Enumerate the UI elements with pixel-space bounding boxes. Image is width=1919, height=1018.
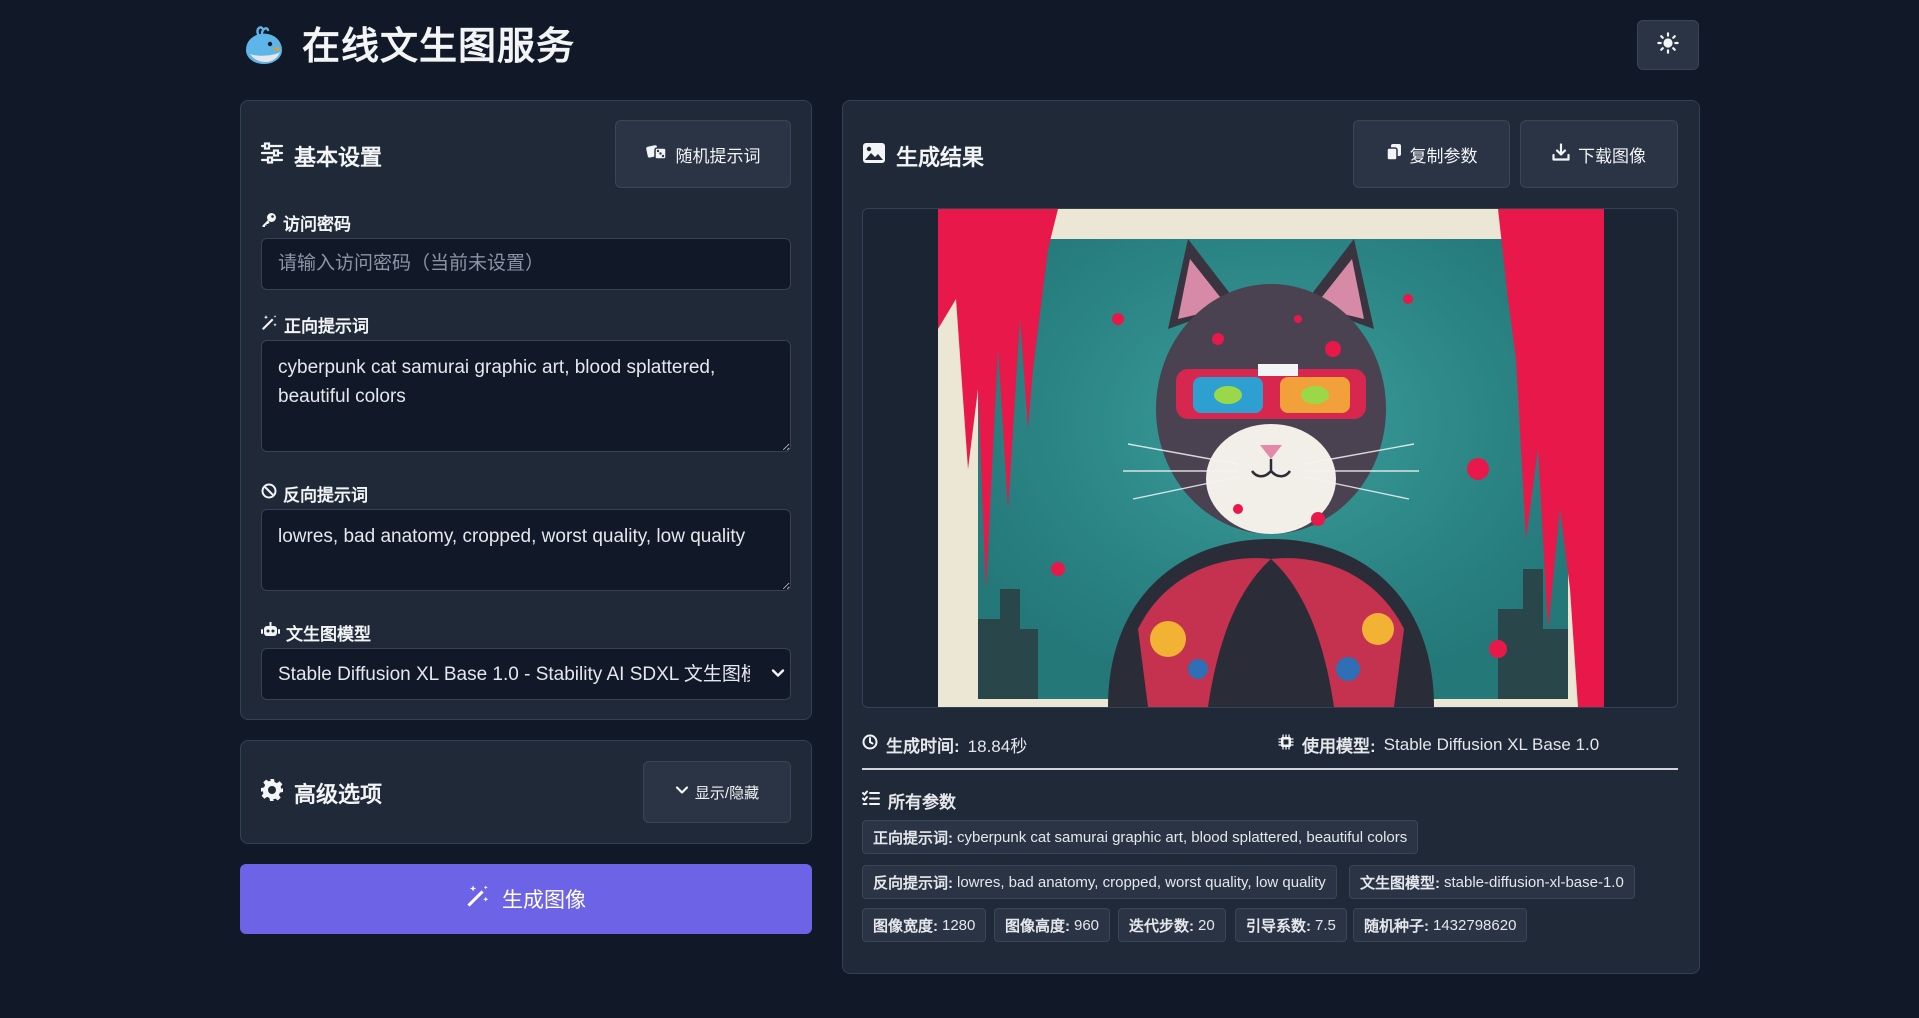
basic-settings-title-text: 基本设置 — [294, 145, 383, 170]
model-label: 文生图模型 — [261, 620, 371, 645]
param-badge: 图像高度: 960 — [994, 908, 1111, 942]
copy-params-label: 复制参数 — [1409, 146, 1478, 166]
app-title: 在线文生图服务 — [302, 26, 576, 68]
negative-prompt-label: 反向提示词 — [261, 481, 368, 506]
random-prompt-label: 随机提示词 — [675, 146, 761, 166]
param-key: 图像高度: — [1005, 917, 1070, 935]
advanced-toggle-button[interactable]: 显示/隐藏 — [643, 761, 791, 823]
param-badge: 随机种子: 1432798620 — [1353, 908, 1528, 942]
advanced-options-title-text: 高级选项 — [294, 782, 383, 807]
clock-icon — [862, 734, 878, 755]
advanced-options-title: 高级选项 — [260, 777, 382, 809]
gear-icon — [260, 778, 284, 808]
param-badge: 迭代步数: 20 — [1118, 908, 1226, 942]
generate-image-button[interactable]: 生成图像 — [240, 864, 812, 934]
all-params-title-text: 所有参数 — [888, 793, 956, 812]
param-key: 随机种子: — [1364, 917, 1429, 935]
param-key: 文生图模型: — [1360, 874, 1440, 892]
advanced-toggle-label: 显示/隐藏 — [694, 784, 760, 802]
generate-image-label: 生成图像 — [502, 889, 586, 912]
param-key: 反向提示词: — [873, 874, 953, 892]
param-key: 迭代步数: — [1129, 917, 1194, 935]
random-prompt-button[interactable]: 随机提示词 — [615, 120, 791, 188]
sun-icon — [1657, 31, 1679, 59]
positive-prompt-textarea[interactable]: cyberpunk cat samurai graphic art, blood… — [261, 340, 791, 452]
param-value: 1432798620 — [1433, 916, 1517, 934]
param-key: 引导系数: — [1246, 917, 1311, 935]
magic-wand-icon — [466, 884, 490, 914]
list-check-icon — [862, 790, 880, 811]
param-value: lowres, bad anatomy, cropped, worst qual… — [957, 873, 1326, 891]
model-select[interactable]: Stable Diffusion XL Base 1.0 - Stability… — [261, 648, 791, 700]
generation-time: 生成时间: 18.84秒 — [862, 732, 1027, 757]
magic-wand-icon — [261, 314, 278, 336]
result-title-text: 生成结果 — [896, 145, 985, 170]
copy-icon — [1385, 143, 1402, 166]
image-icon — [862, 142, 886, 170]
param-badge: 引导系数: 7.5 — [1235, 908, 1347, 942]
used-model-label: 使用模型: — [1302, 737, 1376, 756]
dice-icon — [645, 142, 668, 167]
param-badge: 反向提示词: lowres, bad anatomy, cropped, wor… — [862, 865, 1337, 899]
param-value: 1280 — [942, 916, 976, 934]
password-label: 访问密码 — [261, 210, 351, 235]
positive-prompt-label: 正向提示词 — [261, 312, 369, 337]
param-badge: 正向提示词: cyberpunk cat samurai graphic art… — [862, 820, 1419, 854]
param-value: cyberpunk cat samurai graphic art, blood… — [957, 828, 1408, 846]
param-value: 20 — [1198, 916, 1215, 934]
copy-params-button[interactable]: 复制参数 — [1353, 120, 1510, 188]
password-input[interactable] — [261, 238, 791, 290]
ban-icon — [261, 483, 277, 504]
negative-prompt-label-text: 反向提示词 — [283, 486, 368, 505]
download-image-button[interactable]: 下载图像 — [1520, 120, 1678, 188]
key-icon — [261, 212, 277, 233]
param-badge: 文生图模型: stable-diffusion-xl-base-1.0 — [1349, 865, 1635, 899]
model-label-text: 文生图模型 — [286, 625, 371, 644]
result-title: 生成结果 — [862, 140, 984, 172]
used-model: 使用模型: Stable Diffusion XL Base 1.0 — [1278, 732, 1599, 757]
microchip-icon — [1278, 734, 1294, 755]
param-value: stable-diffusion-xl-base-1.0 — [1444, 873, 1624, 891]
chevron-down-icon — [675, 783, 689, 801]
param-key: 正向提示词: — [873, 829, 953, 847]
generation-time-label: 生成时间: — [886, 737, 960, 756]
password-label-text: 访问密码 — [283, 215, 351, 234]
param-value: 960 — [1074, 916, 1100, 934]
robot-icon — [261, 622, 280, 643]
param-key: 图像宽度: — [873, 917, 938, 935]
download-image-label: 下载图像 — [1578, 146, 1646, 166]
whale-logo-icon — [242, 24, 286, 68]
param-badge: 图像宽度: 1280 — [862, 908, 987, 942]
theme-toggle-button[interactable] — [1637, 20, 1699, 70]
divider — [862, 768, 1678, 770]
download-icon — [1552, 142, 1570, 166]
positive-prompt-label-text: 正向提示词 — [284, 317, 369, 336]
negative-prompt-textarea[interactable]: lowres, bad anatomy, cropped, worst qual… — [261, 509, 791, 591]
all-params-title: 所有参数 — [862, 788, 956, 813]
used-model-value: Stable Diffusion XL Base 1.0 — [1383, 734, 1600, 754]
param-value: 7.5 — [1315, 916, 1336, 934]
generated-image[interactable] — [938, 209, 1604, 707]
generation-time-value: 18.84秒 — [967, 737, 1028, 756]
sliders-icon — [260, 142, 284, 170]
basic-settings-title: 基本设置 — [260, 140, 382, 172]
